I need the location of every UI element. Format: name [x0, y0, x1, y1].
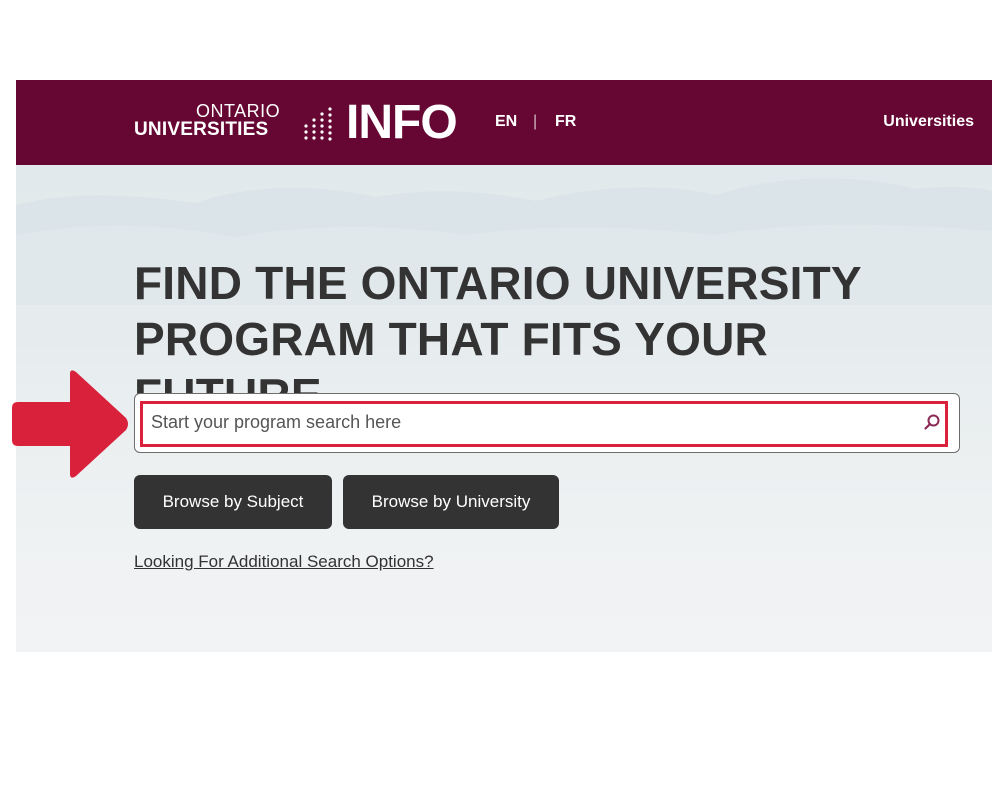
additional-search-options-link[interactable]: Looking For Additional Search Options?	[134, 552, 434, 572]
site-frame: ONTARIO UNIVERSITIES INFO EN | FR Univer…	[16, 80, 992, 652]
search-input[interactable]	[139, 398, 939, 446]
language-link-fr[interactable]: FR	[555, 113, 576, 131]
browse-by-university-button[interactable]: Browse by University	[343, 475, 559, 529]
language-separator: |	[533, 113, 538, 130]
hero-section: FIND THE ONTARIO UNIVERSITY PROGRAM THAT…	[16, 165, 992, 652]
site-header: ONTARIO UNIVERSITIES INFO EN | FR Univer…	[16, 80, 992, 165]
logo-text-universities: UNIVERSITIES	[134, 119, 269, 140]
arrow-right-icon	[12, 370, 128, 478]
page-title-line-1: FIND THE ONTARIO UNIVERSITY	[134, 257, 862, 309]
search-box	[134, 393, 960, 453]
language-link-en[interactable]: EN	[495, 113, 517, 131]
site-logo[interactable]: ONTARIO UNIVERSITIES INFO	[134, 96, 464, 149]
search-icon[interactable]	[923, 413, 941, 431]
logo-text-ontario: ONTARIO	[196, 101, 281, 121]
nav-link-universities[interactable]: Universities	[883, 113, 974, 131]
logo-text-info: INFO	[346, 96, 458, 149]
browse-by-subject-button[interactable]: Browse by Subject	[134, 475, 332, 529]
logo-dots-icon	[304, 107, 332, 141]
